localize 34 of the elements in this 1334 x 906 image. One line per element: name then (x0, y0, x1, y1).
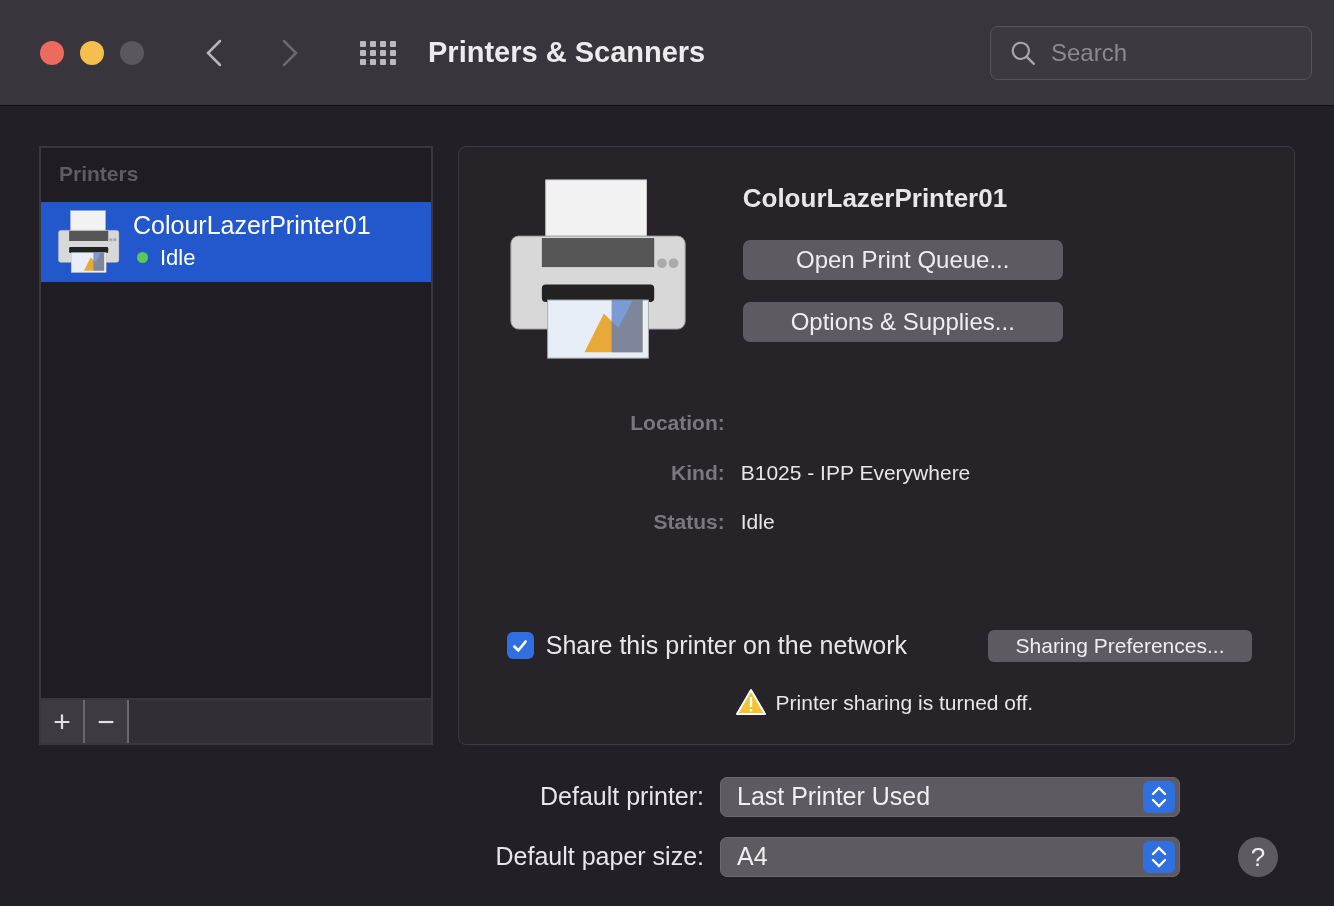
info-label: Kind: (670, 459, 725, 486)
default-select[interactable]: Last Printer Used (720, 777, 1180, 817)
printer-item[interactable]: ColourLazerPrinter01 Idle (41, 201, 431, 282)
info-label: Location: (629, 410, 725, 436)
close-button[interactable] (40, 40, 64, 65)
window-title: Printers & Scanners (428, 34, 706, 70)
printer-title: ColourLazerPrinter01 (742, 182, 1009, 215)
back-icon[interactable] (206, 38, 222, 67)
minimize-button[interactable] (80, 40, 104, 65)
list-heading: Printers (58, 161, 140, 187)
share-label: Share this printer on the network (545, 630, 908, 661)
help-button[interactable]: ? (1238, 837, 1278, 877)
search-field[interactable]: Search (990, 25, 1312, 80)
default-label: Default printer: (539, 781, 705, 813)
add-button[interactable]: + (41, 700, 85, 743)
sharing-warning: Printer sharing is turned off. (775, 689, 1034, 716)
search-icon (1010, 39, 1036, 66)
stepper-icon (1143, 841, 1175, 873)
printer-name: ColourLazerPrinter01 (133, 210, 371, 241)
options-supplies-button[interactable]: Options & Supplies... (742, 302, 1063, 342)
sharing-preferences-button[interactable]: Sharing Preferences... (988, 629, 1252, 662)
info-value: Idle (740, 509, 776, 535)
open-print-queue-button[interactable]: Open Print Queue... (742, 240, 1063, 280)
info-value: B1025 - IPP Everywhere (740, 459, 972, 486)
remove-button[interactable]: − (85, 700, 129, 743)
warning-icon (735, 688, 766, 717)
printer-status: Idle (160, 244, 196, 272)
share-checkbox[interactable] (506, 632, 534, 660)
printer-icon (57, 208, 121, 275)
grid-icon[interactable] (360, 40, 396, 65)
stepper-icon (1143, 781, 1175, 813)
info-label: Status: (652, 509, 725, 535)
default-select[interactable]: A4 (720, 837, 1180, 877)
default-label: Default paper size: (494, 841, 705, 873)
